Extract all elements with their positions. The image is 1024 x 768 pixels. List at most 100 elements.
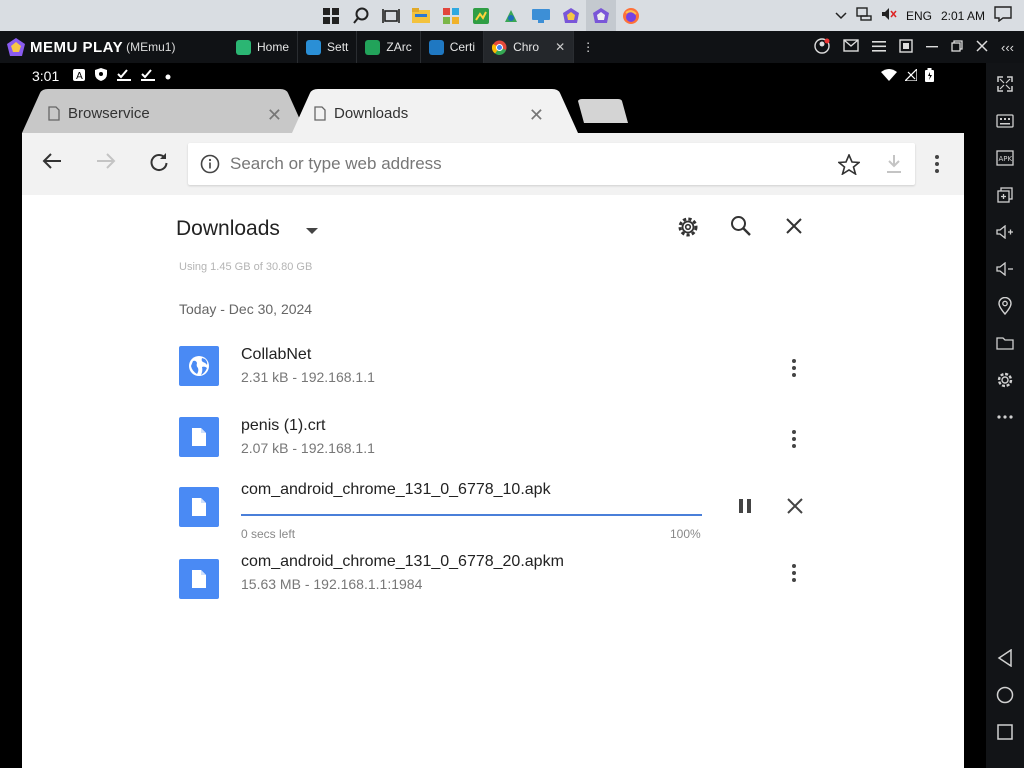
memu-instance: (MEmu1) [126, 40, 176, 54]
memu-logo: MEMU PLAY (MEmu1) [0, 37, 228, 57]
download-page-icon[interactable] [885, 154, 903, 179]
memu-taskbar-icon-active[interactable] [586, 0, 616, 31]
browser-tab-downloads[interactable]: Downloads ✕ [288, 93, 564, 133]
progress-fill [241, 514, 702, 516]
more-options-icon[interactable] [986, 398, 1024, 435]
volume-up-icon[interactable] [986, 213, 1024, 250]
storage-usage: Using 1.45 GB of 30.80 GB [179, 261, 313, 273]
percent-complete: 100% [670, 527, 701, 541]
start-icon[interactable] [316, 0, 346, 31]
memu-tab-label: Chro [513, 40, 540, 54]
network-icon[interactable] [856, 7, 872, 24]
memu-tab-chrome[interactable]: Chro ✕ [484, 31, 575, 63]
keyboard-icon[interactable] [986, 102, 1024, 139]
app-icon-grid[interactable] [436, 0, 466, 31]
item-menu-icon[interactable] [784, 356, 804, 380]
file-name[interactable]: penis (1).crt [241, 417, 325, 435]
download-item-in-progress[interactable]: com_android_chrome_131_0_6778_10.apk 0 s… [179, 481, 819, 543]
fullscreen-icon[interactable] [986, 65, 1024, 102]
status-time: 3:01 [32, 68, 60, 84]
bookmark-star-icon[interactable] [836, 152, 862, 180]
address-input[interactable] [230, 154, 790, 174]
page-title-dropdown[interactable]: Downloads [176, 217, 318, 241]
download-item[interactable]: penis (1).crt 2.07 kB - 192.168.1.1 [179, 417, 819, 473]
close-tab-icon[interactable]: ✕ [529, 105, 544, 126]
memu-tab-home[interactable]: Home [228, 31, 299, 63]
check-list-icon [117, 68, 132, 84]
file-name[interactable]: com_android_chrome_131_0_6778_20.apkm [241, 553, 564, 571]
app-icon-monitor[interactable] [526, 0, 556, 31]
close-window-icon[interactable] [976, 39, 988, 55]
item-menu-icon[interactable] [784, 427, 804, 451]
app-icon-green[interactable] [466, 0, 496, 31]
settings-icon[interactable] [986, 361, 1024, 398]
memu-tab-zarchiver[interactable]: ZArc [357, 31, 421, 63]
close-tab-icon[interactable]: ✕ [267, 105, 282, 126]
wifi-icon [881, 68, 897, 84]
settings-gear-icon[interactable] [676, 215, 700, 244]
back-arrow-icon[interactable] [42, 152, 62, 175]
download-item[interactable]: com_android_chrome_131_0_6778_20.apkm 15… [179, 553, 819, 615]
task-view-icon[interactable] [376, 0, 406, 31]
date-header: Today - Dec 30, 2024 [179, 301, 313, 317]
back-nav-icon[interactable] [986, 639, 1024, 676]
android-status-bar: 3:01 A [0, 63, 986, 89]
memu-tab-label: Home [257, 40, 290, 54]
battery-icon [925, 67, 934, 85]
close-tab-icon[interactable]: ✕ [555, 40, 565, 54]
menu-icon[interactable] [872, 39, 886, 55]
chrome-icon [492, 40, 507, 55]
apk-install-icon[interactable]: APK [986, 139, 1024, 176]
overflow-menu-icon[interactable] [934, 154, 940, 179]
app-icon-arrows[interactable] [496, 0, 526, 31]
svg-text:A: A [76, 71, 83, 81]
pause-icon[interactable] [738, 498, 752, 519]
downloads-page: Downloads Using 1.45 GB of 30.80 GB Toda… [22, 195, 964, 768]
folder-icon[interactable] [986, 324, 1024, 361]
forward-arrow-icon[interactable] [96, 152, 116, 175]
mail-icon[interactable] [843, 39, 859, 55]
memu-tab-label: Certi [449, 40, 476, 54]
zarchiver-app-icon [365, 39, 381, 55]
taskbar-search-icon[interactable] [346, 0, 376, 31]
new-tab-button[interactable] [578, 99, 628, 123]
memu-tab-certificates[interactable]: Certi [421, 31, 485, 63]
browser-tab-browservice[interactable]: Browservice ✕ [22, 93, 302, 133]
cancel-download-icon[interactable] [787, 498, 803, 519]
download-item[interactable]: CollabNet 2.31 kB - 192.168.1.1 [179, 346, 819, 402]
memu-logo-icon [7, 38, 25, 56]
file-meta: 2.31 kB - 192.168.1.1 [241, 369, 375, 385]
multi-window-icon[interactable] [986, 176, 1024, 213]
restore-icon[interactable] [951, 39, 963, 55]
more-tabs-icon[interactable]: ⋮ [574, 31, 602, 63]
memu-tab-settings[interactable]: Sett [298, 31, 358, 63]
status-system-icons [881, 67, 934, 85]
file-meta: 2.07 kB - 192.168.1.1 [241, 440, 375, 456]
memu-brand: MEMU PLAY [30, 38, 124, 56]
clock[interactable]: 2:01 AM [941, 9, 985, 23]
volume-down-icon[interactable] [986, 250, 1024, 287]
memu-taskbar-icon[interactable] [556, 0, 586, 31]
close-icon[interactable] [785, 217, 803, 240]
home-nav-icon[interactable] [986, 676, 1024, 713]
file-name[interactable]: com_android_chrome_131_0_6778_10.apk [241, 481, 551, 499]
chevron-up-icon[interactable] [835, 9, 847, 23]
reload-icon[interactable] [149, 152, 169, 177]
file-name[interactable]: CollabNet [241, 346, 311, 364]
language-indicator[interactable]: ENG [906, 9, 932, 23]
search-icon[interactable] [730, 215, 752, 242]
info-icon[interactable] [200, 154, 220, 174]
location-icon[interactable] [986, 287, 1024, 324]
settings-app-icon [306, 39, 322, 55]
file-explorer-icon[interactable] [406, 0, 436, 31]
volume-muted-icon[interactable] [881, 7, 897, 24]
firefox-icon[interactable] [616, 0, 646, 31]
notification-icon[interactable] [994, 6, 1012, 25]
minimize-icon[interactable] [926, 39, 938, 55]
collapse-sidebar-icon[interactable]: ‹‹‹ [1001, 40, 1014, 55]
recents-nav-icon[interactable] [986, 713, 1024, 750]
account-icon[interactable] [814, 37, 830, 57]
screenshot-icon[interactable] [899, 38, 913, 56]
item-menu-icon[interactable] [784, 561, 804, 585]
address-bar[interactable] [188, 143, 915, 185]
